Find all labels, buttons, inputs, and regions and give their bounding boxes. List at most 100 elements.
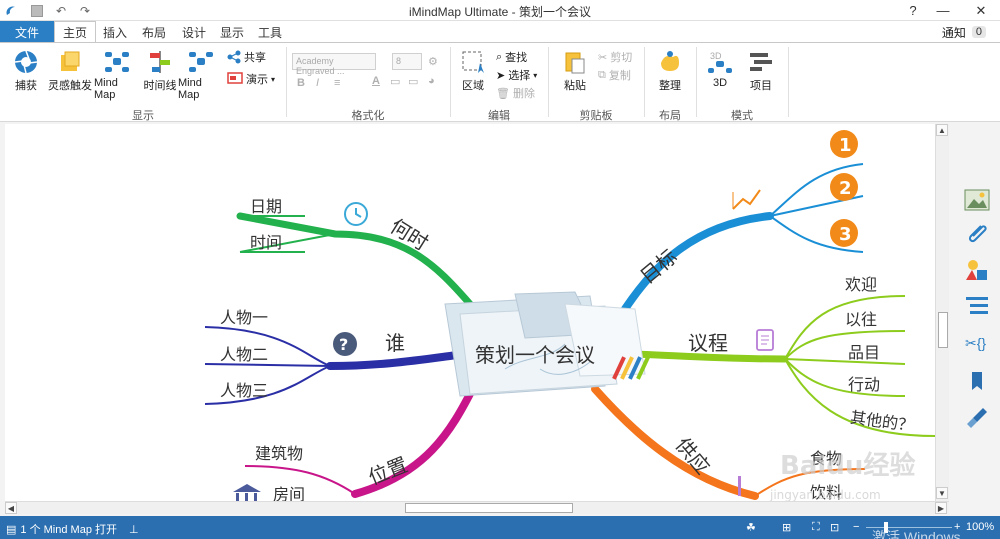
font-color-button[interactable]: A <box>372 75 380 87</box>
tab-insert[interactable]: 插入 <box>96 21 134 43</box>
copy-button[interactable]: ⧉ 复制 <box>598 67 631 83</box>
central-topic-label[interactable]: 策划一个会议 <box>475 343 595 367</box>
3d-label: 3D <box>712 77 728 89</box>
branch-label-agenda[interactable]: 议程 <box>688 331 728 355</box>
project-button[interactable]: 项目 <box>746 49 776 93</box>
node-actions[interactable]: 行动 <box>848 375 880 394</box>
fit-map-icon[interactable]: ⊞ <box>782 521 791 534</box>
tab-tools[interactable]: 工具 <box>252 21 288 43</box>
mindmap-view-button[interactable]: Mind Map <box>94 49 140 101</box>
node-date[interactable]: 日期 <box>250 197 282 216</box>
scroll-right-icon[interactable]: ▶ <box>935 502 947 514</box>
cut-button[interactable]: ✂ 剪切 <box>598 49 632 65</box>
fit-width-icon[interactable]: ⊡ <box>830 521 839 534</box>
group-label-format: 格式化 <box>351 110 385 122</box>
branch-who[interactable]: 人物一 人物二 人物三 谁 ? <box>204 308 469 405</box>
tab-home[interactable]: 主页 <box>54 21 96 43</box>
zoom-out-icon[interactable]: − <box>853 521 859 533</box>
paste-button[interactable]: 粘贴 <box>560 49 590 93</box>
line-style-icon[interactable]: ▭ <box>408 75 418 88</box>
branch-when[interactable]: 日期 时间 何时 <box>236 197 474 308</box>
horizontal-scrollbar[interactable]: ◀ ▶ <box>5 501 949 514</box>
outline-icon[interactable] <box>963 292 991 320</box>
3d-mode-button[interactable]: 3D 3D <box>706 49 734 89</box>
notify-count-badge: 0 <box>971 26 986 38</box>
central-topic[interactable]: 策划一个会议 <box>444 291 650 397</box>
branch-label-supply[interactable]: 供应 <box>671 433 715 479</box>
brainstorm-icon <box>61 51 80 71</box>
attachment-icon[interactable] <box>963 220 991 248</box>
3d-badge-text: 3D <box>710 51 722 61</box>
present-icon <box>227 72 243 84</box>
node-person-1[interactable]: 人物一 <box>220 308 268 327</box>
brainstorm-button[interactable]: 灵感触发 <box>48 49 92 93</box>
branch-label-who[interactable]: 谁 <box>385 331 405 355</box>
horizontal-scroll-thumb[interactable] <box>405 503 573 513</box>
vertical-scroll-thumb[interactable] <box>938 312 948 348</box>
select-button[interactable]: ➤ 选择 ▾ <box>496 67 537 83</box>
ribbon: 捕获 灵感触发 Mind Map 时间线 Mind Map 共享 演示 ▾ 显示… <box>0 42 1000 122</box>
copy-label: 复制 <box>608 70 631 82</box>
branch-agenda[interactable]: 欢迎 以往 品目 行动 其他的？ 议程 <box>631 275 935 437</box>
find-button[interactable]: ⌕ 查找 <box>496 49 527 65</box>
share-icon <box>227 50 241 64</box>
help-button[interactable]: ? <box>900 1 926 20</box>
capture-icon <box>14 50 38 74</box>
font-size-select[interactable]: 8 <box>392 53 422 70</box>
pin-icon[interactable]: ⊥ <box>129 523 139 536</box>
mindmap-canvas[interactable]: 日期 时间 何时 人物一 人物二 人物三 谁 ? 建筑物 房间 位置 目标 1 … <box>5 124 935 501</box>
notify-label: 通知 <box>941 25 966 40</box>
present-dropdown-icon[interactable]: ▾ <box>271 75 275 84</box>
format-paint-icon[interactable]: ◕ <box>428 75 435 87</box>
code-snippet-icon[interactable]: ✂{} <box>963 328 991 356</box>
tab-design[interactable]: 设计 <box>176 21 212 43</box>
shapes-icon[interactable] <box>963 256 991 284</box>
area-button[interactable]: 区域 <box>458 49 488 93</box>
branch-where[interactable]: 建筑物 房间 位置 <box>233 380 479 501</box>
timeline-button[interactable]: 时间线 <box>142 49 178 93</box>
branch-goals[interactable]: 目标 1 2 3 <box>621 130 864 313</box>
scroll-up-icon[interactable]: ▲ <box>936 124 948 136</box>
font-family-select[interactable]: Academy Engraved ... <box>292 53 376 76</box>
tab-file[interactable]: 文件 <box>0 21 54 43</box>
tab-layout[interactable]: 布局 <box>136 21 172 43</box>
tag-icon[interactable] <box>963 368 991 396</box>
tidy-button[interactable]: 整理 <box>655 49 685 93</box>
scroll-down-icon[interactable]: ▼ <box>936 487 948 499</box>
node-person-3[interactable]: 人物三 <box>220 381 268 400</box>
node-items[interactable]: 品目 <box>848 343 880 362</box>
vertical-scrollbar[interactable]: ▲ ▼ <box>935 124 949 501</box>
bold-button[interactable]: B <box>297 77 305 89</box>
node-room[interactable]: 房间 <box>273 485 305 501</box>
node-person-2[interactable]: 人物二 <box>220 345 268 364</box>
scissors-icon: ✂ <box>598 51 608 64</box>
select-dropdown-icon[interactable]: ▾ <box>533 71 537 80</box>
node-building[interactable]: 建筑物 <box>255 444 303 463</box>
minimize-button[interactable]: — <box>930 1 956 20</box>
activate-windows-watermark: 激活 Windows <box>872 529 961 539</box>
tab-display[interactable]: 显示 <box>214 21 250 43</box>
mindmap-layout-button[interactable]: Mind Map <box>178 49 224 101</box>
goal-number-3-icon: 3 <box>830 219 858 247</box>
theme-icon[interactable]: ☘ <box>746 521 756 534</box>
present-button[interactable]: 演示 ▾ <box>227 71 275 87</box>
scroll-left-icon[interactable]: ◀ <box>5 502 17 514</box>
tidy-icon <box>661 51 679 71</box>
close-button[interactable]: ✕ <box>968 1 994 20</box>
share-button[interactable]: 共享 <box>227 49 266 65</box>
align-icon[interactable]: ≡ <box>334 77 340 89</box>
image-icon[interactable] <box>963 186 991 214</box>
notifications[interactable]: 通知 0 <box>942 21 986 43</box>
fullscreen-icon[interactable]: ⛶ <box>812 521 820 534</box>
node-previous[interactable]: 以往 <box>845 310 877 329</box>
italic-button[interactable]: I <box>316 77 319 89</box>
node-welcome[interactable]: 欢迎 <box>845 275 877 294</box>
mindmap-view-icon <box>105 52 129 72</box>
capture-button[interactable]: 捕获 <box>10 49 42 93</box>
clear-format-icon[interactable]: ⚙ <box>428 55 438 68</box>
delete-button[interactable]: 🗑 删除 <box>496 85 535 101</box>
paintbrush-icon[interactable] <box>963 404 991 432</box>
text-highlight-icon[interactable]: ▭ <box>390 75 400 88</box>
node-time[interactable]: 时间 <box>250 233 282 252</box>
chart-trend-icon <box>732 189 761 210</box>
